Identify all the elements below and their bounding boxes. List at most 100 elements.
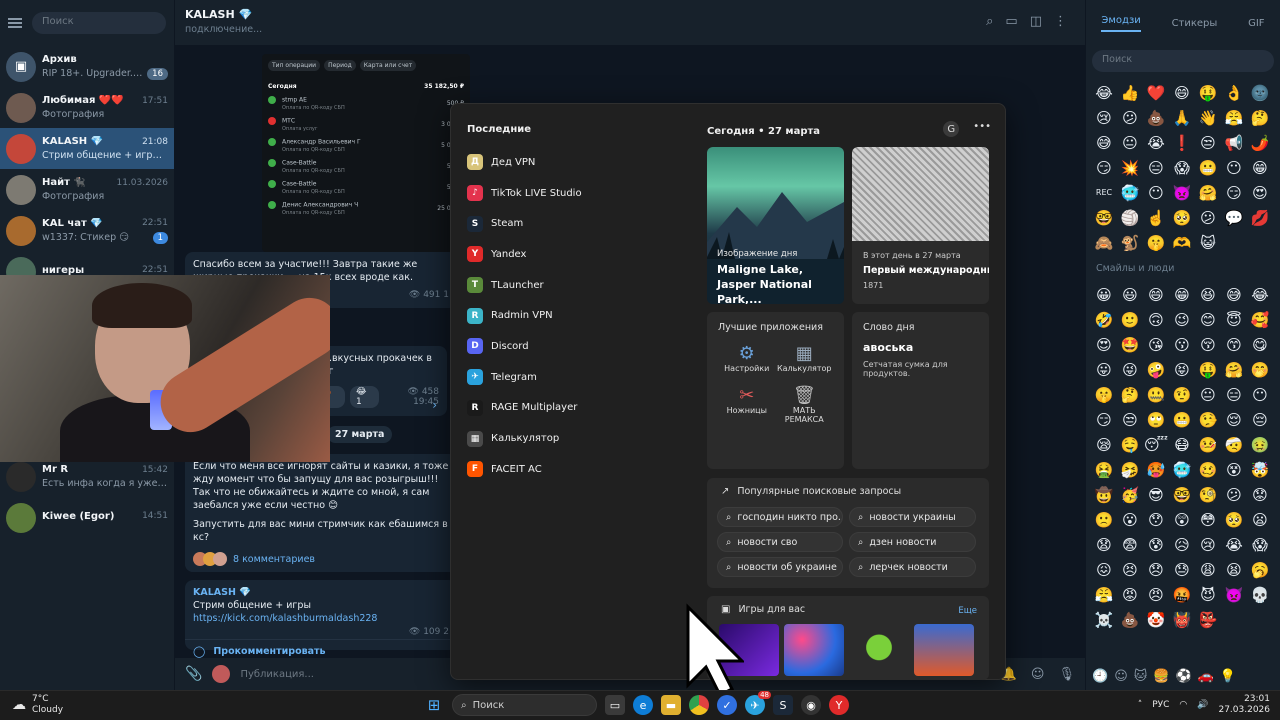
start-app-item[interactable]: S Steam [467,208,687,239]
emoji-button[interactable]: ☝️ [1143,205,1169,230]
chat-list-item[interactable]: KALASH 💎 21:08 Стрим общение + игры... [0,128,174,169]
emoji-button[interactable]: 👹 [1169,607,1195,632]
emoji-button[interactable]: 😰 [1143,532,1169,557]
emoji-button[interactable]: 😟 [1247,482,1273,507]
chat-list-item[interactable]: Найт 🐈‍⬛ 11.03.2026 Фотография [0,169,174,210]
emoji-button[interactable]: 😝 [1169,357,1195,382]
search-suggestion[interactable]: ⌕ дзен новости [849,532,976,552]
explorer-icon[interactable]: ▬ [661,695,681,715]
emoji-button[interactable]: 🤧 [1117,457,1143,482]
emoji-button[interactable]: 🤕 [1221,432,1247,457]
emoji-button[interactable]: 😑 [1221,382,1247,407]
emoji-button[interactable]: 🤫 [1143,230,1169,255]
more-games-link[interactable]: Еще [958,606,977,616]
emoji-button[interactable]: 🥴 [1195,457,1221,482]
emoji-button[interactable]: 😕 [1195,205,1221,230]
more-icon[interactable]: ⋮ [1054,14,1067,29]
emoji-button[interactable]: 😁 [1247,155,1273,180]
emoji-button[interactable]: 👍 [1117,80,1143,105]
emoji-button[interactable]: 🤠 [1091,482,1117,507]
start-app-item[interactable]: R RAGE Multiplayer [467,393,687,424]
steam-taskbar-icon[interactable]: S [773,695,793,715]
emoji-button[interactable]: 🥺 [1169,205,1195,230]
emoji-button[interactable]: 😪 [1091,432,1117,457]
emoji-button[interactable]: 😁 [1169,282,1195,307]
start-app-item[interactable]: T TLauncher [467,270,687,301]
emoji-button[interactable]: 🤣 [1091,307,1117,332]
taskbar-search[interactable]: ⌕ Поиск [452,694,597,716]
comments-count[interactable]: 8 комментариев [233,554,315,565]
emoji-button[interactable]: 🤨 [1169,382,1195,407]
emoji-button[interactable]: 🤑 [1195,80,1221,105]
emoji-button[interactable]: 🙄 [1143,407,1169,432]
tab-gif[interactable]: GIF [1248,18,1264,29]
emoji-button[interactable]: 😞 [1143,557,1169,582]
weather-widget[interactable]: ☁ 7°C Cloudy [12,694,63,716]
emoji-button[interactable]: 😦 [1247,507,1273,532]
sidebar-toggle-icon[interactable]: ◫ [1030,14,1042,29]
yandex-taskbar-icon[interactable]: Y [829,695,849,715]
emoji-button[interactable]: 💬 [1221,205,1247,230]
stream-link[interactable]: https://kick.com/kalashburmaldash228 [193,613,377,624]
bulb-icon[interactable]: 💡 [1220,669,1236,684]
emoji-button[interactable]: 😮 [1117,507,1143,532]
emoji-icon[interactable]: ☺ [1031,667,1045,682]
emoji-button[interactable]: 🏐 [1117,205,1143,230]
emoji-button[interactable]: 😍 [1247,180,1273,205]
comment-button[interactable]: Прокомментировать [213,646,325,657]
start-app-item[interactable]: ♪ TikTok LIVE Studio [467,178,687,209]
emoji-button[interactable]: 😭 [1221,532,1247,557]
emoji-button[interactable]: 😒 [1117,407,1143,432]
emoji-button[interactable]: 😷 [1169,432,1195,457]
search-suggestion[interactable]: ⌕ новости украины [849,507,976,527]
search-suggestion[interactable]: ⌕ новости об украине [717,557,843,577]
sidebar-search-input[interactable]: Поиск [32,12,166,34]
more-options-icon[interactable]: ••• [973,121,991,137]
emoji-button[interactable]: 🙃 [1143,307,1169,332]
emoji-button[interactable]: 🤤 [1117,432,1143,457]
emoji-button[interactable]: 😳 [1195,507,1221,532]
emoji-button[interactable]: 🤯 [1247,457,1273,482]
start-app-item[interactable]: F FACEIT AC [467,454,687,485]
emoji-button[interactable]: 😉 [1169,307,1195,332]
emoji-button[interactable]: ❤️ [1143,80,1169,105]
emoji-button[interactable]: 🫶 [1169,230,1195,255]
emoji-button[interactable]: 🤫 [1091,382,1117,407]
edge-icon[interactable]: e [633,695,653,715]
emoji-button[interactable]: 😏 [1221,180,1247,205]
emoji-button[interactable]: 😆 [1195,282,1221,307]
custom-app[interactable]: 🗑 МАТЬ РЕМАКСА [776,385,834,424]
tray-chevron-icon[interactable]: ˄ [1138,700,1143,710]
emoji-button[interactable]: 😂 [1091,80,1117,105]
image-of-day-card[interactable]: Изображение дня Maligne Lake, Jasper Nat… [707,147,844,304]
emoji-button[interactable]: 😈 [1195,582,1221,607]
emoji-button[interactable]: 😩 [1195,557,1221,582]
emoji-button[interactable]: 🤒 [1195,432,1221,457]
emoji-button[interactable]: 😵 [1221,457,1247,482]
emoji-button[interactable]: 😶 [1247,382,1273,407]
emoji-button[interactable]: 😬 [1195,155,1221,180]
on-this-day-card[interactable]: В этот день в 27 марта Первый международ… [852,147,989,304]
emoji-button[interactable]: 🙏 [1169,105,1195,130]
emoji-button[interactable]: 👋 [1195,105,1221,130]
car-icon[interactable]: 🚗 [1198,669,1214,684]
emoji-button[interactable]: 😚 [1195,332,1221,357]
chat-list-item[interactable]: Любимая ❤️❤️ 17:51 Фотография [0,87,174,128]
emoji-button[interactable]: 😱 [1169,155,1195,180]
emoji-button[interactable]: 🐒 [1117,230,1143,255]
emoji-button[interactable]: 💀 [1247,582,1273,607]
emoji-button[interactable]: 😧 [1091,532,1117,557]
emoji-button[interactable]: 🤓 [1091,205,1117,230]
menu-icon[interactable] [8,18,22,28]
emoji-button[interactable]: 😬 [1169,407,1195,432]
message-photo[interactable]: Тип операции Период Карта или счет Сегодня… [262,54,470,252]
emoji-button[interactable]: 😃 [1117,282,1143,307]
chevron-right-icon[interactable]: › [432,398,437,412]
chat-list-item[interactable]: KAL чат 💎 22:51 w1337: Стикер 😏 1 [0,210,174,251]
microphone-icon[interactable]: 🎙 [1058,667,1075,682]
emoji-button[interactable]: 🤬 [1169,582,1195,607]
emoji-button[interactable]: 📢 [1221,130,1247,155]
chat-title[interactable]: KALASH 💎 [185,8,1075,21]
game-tile[interactable] [914,624,974,676]
start-app-item[interactable]: ▦ Калькулятор [467,423,687,454]
